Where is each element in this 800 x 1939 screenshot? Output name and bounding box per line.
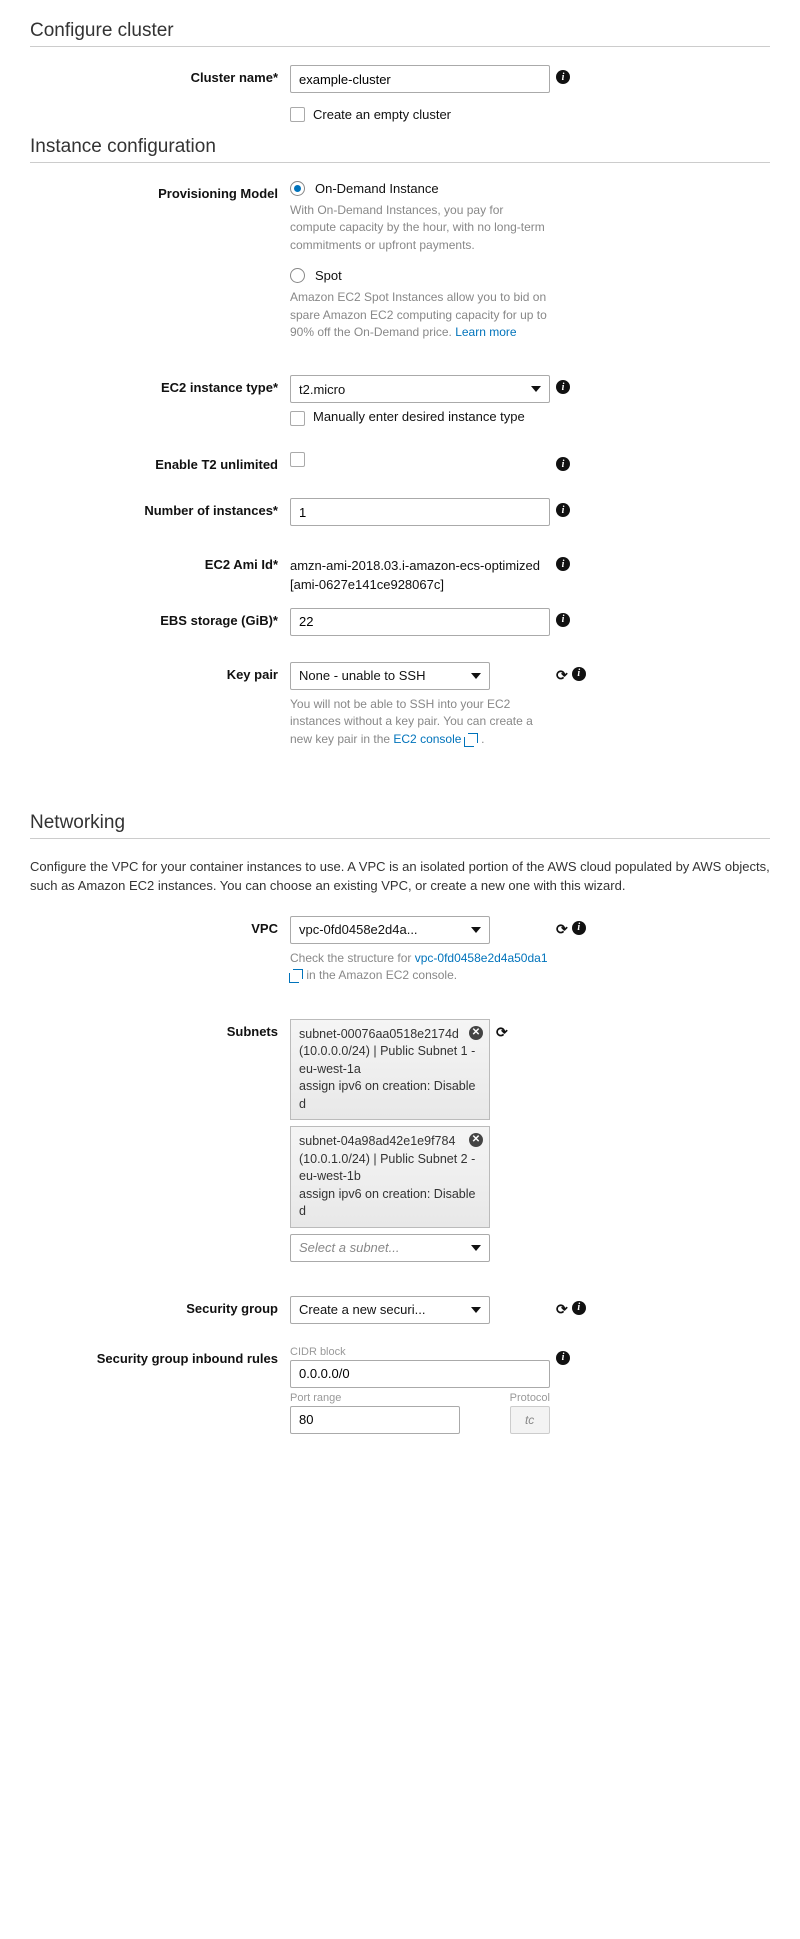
security-group-label: Security group	[30, 1296, 290, 1316]
t2-unlimited-label: Enable T2 unlimited	[30, 452, 290, 472]
protocol-label: Protocol	[510, 1392, 550, 1404]
subnets-label: Subnets	[30, 1019, 290, 1039]
on-demand-radio-row[interactable]: On-Demand Instance	[290, 181, 550, 196]
empty-cluster-checkbox-row[interactable]: Create an empty cluster	[290, 107, 550, 122]
t2-unlimited-checkbox[interactable]	[290, 452, 305, 467]
remove-icon[interactable]: ✕	[469, 1133, 483, 1147]
manual-type-checkbox-row[interactable]: Manually enter desired instance type	[290, 409, 550, 426]
divider	[30, 162, 770, 163]
num-instances-label: Number of instances*	[30, 498, 290, 518]
cluster-name-input[interactable]	[290, 65, 550, 93]
subnet-token-0: subnet-00076aa0518e2174d (10.0.0.0/24) |…	[290, 1019, 490, 1121]
refresh-icon[interactable]: ⟳	[556, 667, 568, 684]
ec2-type-select[interactable]: t2.micro	[290, 375, 550, 403]
key-pair-label: Key pair	[30, 662, 290, 682]
manual-type-checkbox[interactable]	[290, 411, 305, 426]
ami-id-label: EC2 Ami Id*	[30, 552, 290, 572]
chevron-down-icon	[471, 1245, 481, 1251]
info-icon[interactable]: i	[556, 557, 570, 571]
learn-more-link[interactable]: Learn more	[455, 325, 516, 339]
protocol-value: tc	[510, 1406, 550, 1434]
spot-label: Spot	[315, 268, 342, 283]
info-icon[interactable]: i	[556, 503, 570, 517]
info-icon[interactable]: i	[556, 1351, 570, 1365]
on-demand-help: With On-Demand Instances, you pay for co…	[290, 202, 550, 254]
spot-help: Amazon EC2 Spot Instances allow you to b…	[290, 289, 550, 341]
remove-icon[interactable]: ✕	[469, 1026, 483, 1040]
info-icon[interactable]: i	[556, 457, 570, 471]
port-range-input[interactable]	[290, 1406, 460, 1434]
on-demand-label: On-Demand Instance	[315, 181, 439, 196]
vpc-select[interactable]: vpc-0fd0458e2d4a...	[290, 916, 490, 944]
section-title-configure-cluster: Configure cluster	[30, 20, 770, 42]
info-icon[interactable]: i	[572, 1301, 586, 1315]
subnet-token-1: subnet-04a98ad42e1e9f784 (10.0.1.0/24) |…	[290, 1126, 490, 1228]
refresh-icon[interactable]: ⟳	[556, 921, 568, 938]
info-icon[interactable]: i	[572, 921, 586, 935]
section-title-instance-config: Instance configuration	[30, 136, 770, 158]
key-pair-help: You will not be able to SSH into your EC…	[290, 696, 550, 748]
ebs-label: EBS storage (GiB)*	[30, 608, 290, 628]
inbound-rules-label: Security group inbound rules	[30, 1346, 290, 1366]
num-instances-input[interactable]	[290, 498, 550, 526]
security-group-select[interactable]: Create a new securi...	[290, 1296, 490, 1324]
ec2-console-link[interactable]: EC2 console	[393, 732, 477, 746]
cidr-block-label: CIDR block	[290, 1346, 550, 1358]
chevron-down-icon	[471, 927, 481, 933]
empty-cluster-label: Create an empty cluster	[313, 107, 451, 122]
ebs-input[interactable]	[290, 608, 550, 636]
port-range-label: Port range	[290, 1392, 500, 1404]
on-demand-radio[interactable]	[290, 181, 305, 196]
subnet-select[interactable]: Select a subnet...	[290, 1234, 490, 1262]
spot-radio[interactable]	[290, 268, 305, 283]
networking-description: Configure the VPC for your container ins…	[30, 857, 770, 896]
external-link-icon	[293, 969, 303, 979]
refresh-icon[interactable]: ⟳	[556, 1301, 568, 1318]
cidr-block-input[interactable]	[290, 1360, 550, 1388]
empty-cluster-checkbox[interactable]	[290, 107, 305, 122]
external-link-icon	[468, 733, 478, 743]
chevron-down-icon	[471, 1307, 481, 1313]
info-icon[interactable]: i	[556, 70, 570, 84]
vpc-label: VPC	[30, 916, 290, 936]
ami-id-value: amzn-ami-2018.03.i-amazon-ecs-optimized …	[290, 552, 550, 593]
refresh-icon[interactable]: ⟳	[496, 1024, 508, 1041]
ec2-type-label: EC2 instance type*	[30, 375, 290, 395]
spot-radio-row[interactable]: Spot	[290, 268, 550, 283]
provisioning-model-label: Provisioning Model	[30, 181, 290, 201]
vpc-help: Check the structure for vpc-0fd0458e2d4a…	[290, 950, 550, 985]
info-icon[interactable]: i	[556, 613, 570, 627]
cluster-name-label: Cluster name*	[30, 65, 290, 85]
divider	[30, 46, 770, 47]
divider	[30, 838, 770, 839]
chevron-down-icon	[471, 673, 481, 679]
section-title-networking: Networking	[30, 812, 770, 834]
manual-type-label: Manually enter desired instance type	[313, 409, 525, 424]
info-icon[interactable]: i	[572, 667, 586, 681]
key-pair-select[interactable]: None - unable to SSH	[290, 662, 490, 690]
chevron-down-icon	[531, 386, 541, 392]
info-icon[interactable]: i	[556, 380, 570, 394]
